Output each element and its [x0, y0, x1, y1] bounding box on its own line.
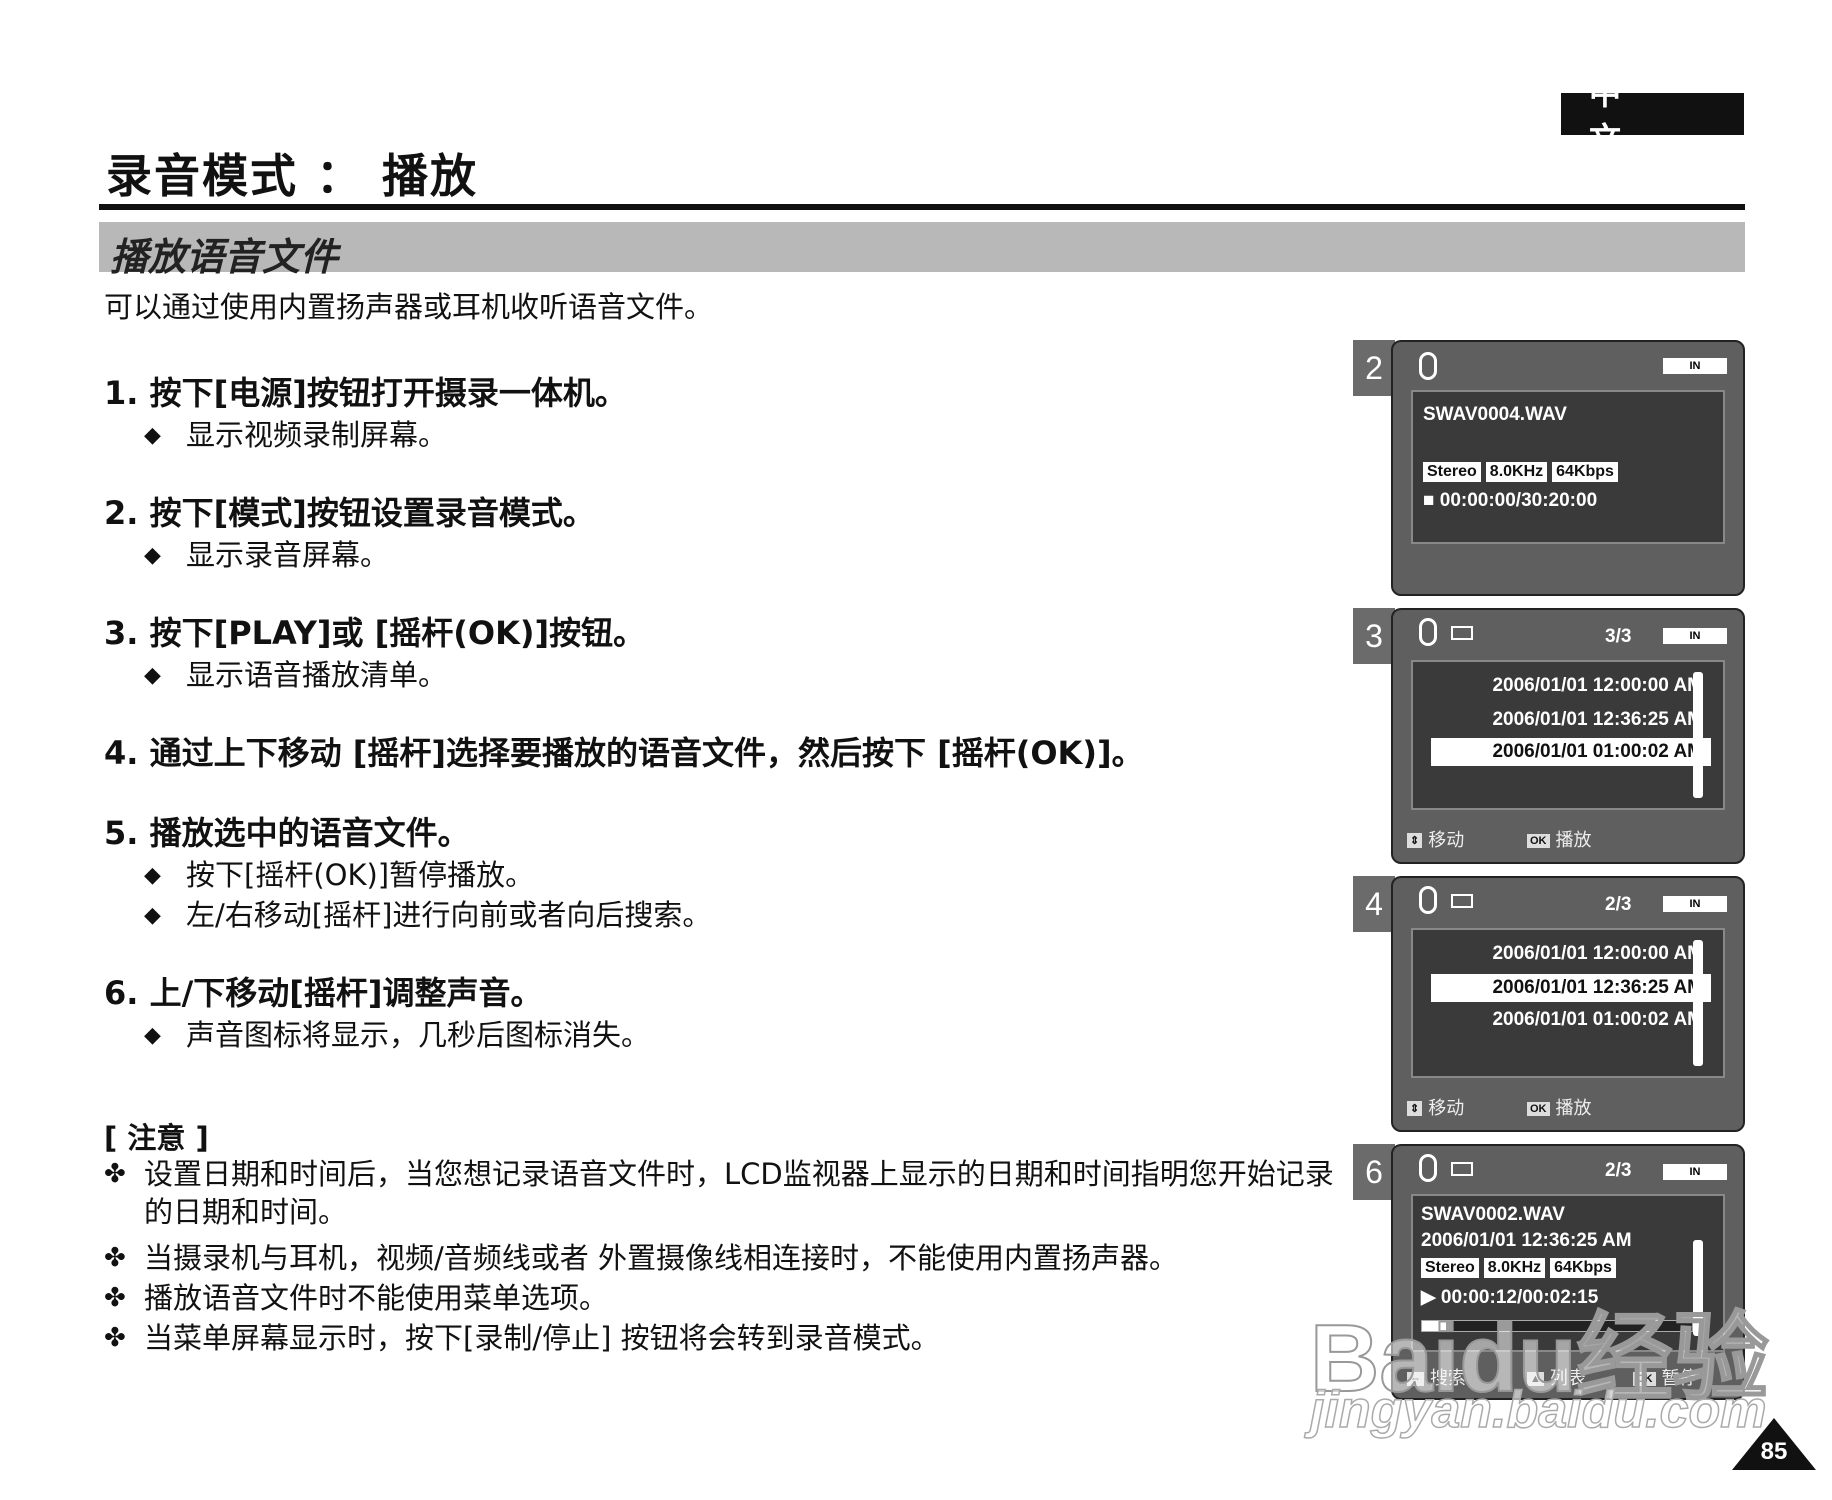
time-readout: ■ 00:00:00/30:20:00 — [1423, 490, 1598, 511]
bitrate-badge: 64Kbps — [1550, 1258, 1616, 1278]
screen-2: IN SWAV0004.WAV Stereo 8.0KHz 64Kbps ■ 0… — [1391, 340, 1745, 596]
step-5-bullet-2: ◆ 左/右移动[摇杆]进行向前或者向后搜索。 — [144, 898, 712, 932]
language-badge: 中 文 — [1561, 74, 1744, 158]
step-3-title: 3. 按下[PLAY]或 [摇杆(OK)]按钮。 — [104, 614, 646, 652]
list-item[interactable]: 2006/01/01 01:00:02 AM — [1431, 1006, 1711, 1034]
note-item: ✤ 当摄录机与耳机，视频/音频线或者 外置摄像线相连接时，不能使用内置扬声器。 — [104, 1241, 1178, 1275]
screen-4-tab: 4 — [1353, 876, 1395, 932]
step-2-bullet-1: ◆ 显示录音屏幕。 — [144, 538, 390, 572]
screen-6-tab: 6 — [1353, 1144, 1395, 1200]
intro-text: 可以通过使用内置扬声器或耳机收听语音文件。 — [104, 290, 714, 324]
note-item: ✤ 设置日期和时间后，当您想记录语音文件时，LCD监视器上显示的日期和时间指明您开… — [104, 1157, 1334, 1229]
battery-icon: IN — [1663, 1164, 1727, 1180]
cross-bullet-icon: ✤ — [104, 1323, 126, 1353]
screen-3-list: 2006/01/01 12:00:00 AM 2006/01/01 12:36:… — [1411, 660, 1725, 810]
microphone-icon — [1419, 352, 1437, 380]
list-item[interactable]: 2006/01/01 12:36:25 AM — [1431, 706, 1711, 734]
step-6-bullet-1: ◆ 声音图标将显示，几秒后图标消失。 — [144, 1018, 651, 1052]
cross-bullet-icon: ✤ — [104, 1159, 126, 1189]
diamond-icon: ◆ — [144, 863, 161, 888]
step-1-bullet-1: ◆ 显示视频录制屏幕。 — [144, 418, 448, 452]
voice-play-icon — [1419, 1154, 1437, 1182]
ok-key-icon: OK — [1527, 834, 1550, 848]
screen-2-display: SWAV0004.WAV Stereo 8.0KHz 64Kbps ■ 00:0… — [1411, 390, 1725, 544]
memory-card-icon — [1451, 894, 1473, 908]
memory-card-icon — [1451, 1162, 1473, 1176]
updown-key-icon: ⇕ — [1407, 1101, 1423, 1116]
battery-icon: IN — [1663, 358, 1727, 374]
filename-label: SWAV0002.WAV — [1421, 1204, 1565, 1225]
diamond-icon: ◆ — [144, 663, 161, 688]
page-number: 85 — [1760, 1438, 1788, 1465]
title-rule — [99, 204, 1745, 210]
stereo-badge: Stereo — [1421, 1258, 1479, 1278]
move-hint: ⇕ 移动 — [1407, 1094, 1464, 1120]
filename-label: SWAV0004.WAV — [1423, 404, 1567, 425]
step-5-bullet-1: ◆ 按下[摇杆(OK)]暂停播放。 — [144, 858, 535, 892]
ok-key-icon: OK — [1527, 1102, 1550, 1116]
stereo-badge: Stereo — [1423, 462, 1481, 482]
samplerate-badge: 8.0KHz — [1483, 1258, 1546, 1278]
samplerate-badge: 8.0KHz — [1485, 462, 1548, 482]
file-counter: 2/3 — [1605, 894, 1632, 915]
list-item[interactable]: 2006/01/01 12:00:00 AM — [1431, 672, 1711, 700]
memory-card-icon — [1451, 626, 1473, 640]
list-item[interactable]: 2006/01/01 12:00:00 AM — [1431, 940, 1711, 968]
battery-icon: IN — [1663, 628, 1727, 644]
screen-3: 3/3 IN 2006/01/01 12:00:00 AM 2006/01/01… — [1391, 608, 1745, 864]
diamond-icon: ◆ — [144, 1023, 161, 1048]
list-item-selected[interactable]: 2006/01/01 12:36:25 AM — [1431, 974, 1711, 1002]
screen-4: 2/3 IN 2006/01/01 12:00:00 AM 2006/01/01… — [1391, 876, 1745, 1132]
scrollbar[interactable] — [1693, 940, 1703, 1066]
diamond-icon: ◆ — [144, 423, 161, 448]
step-3-bullet-1: ◆ 显示语音播放清单。 — [144, 658, 448, 692]
cross-bullet-icon: ✤ — [104, 1283, 126, 1313]
section-title: 播放语音文件 — [110, 235, 339, 279]
audio-format-badges: Stereo 8.0KHz 64Kbps — [1421, 1258, 1616, 1278]
voice-play-icon — [1419, 886, 1437, 914]
move-hint: ⇕ 移动 — [1407, 826, 1464, 852]
screen-4-list: 2006/01/01 12:00:00 AM 2006/01/01 12:36:… — [1411, 928, 1725, 1078]
battery-icon: IN — [1663, 896, 1727, 912]
step-5-title: 5. 播放选中的语音文件。 — [104, 814, 470, 852]
notes-heading: [ 注意 ] — [104, 1121, 209, 1155]
note-item: ✤ 播放语音文件时不能使用菜单选项。 — [104, 1281, 609, 1315]
voice-play-icon — [1419, 618, 1437, 646]
note-item: ✤ 当菜单屏幕显示时，按下[录制/停止] 按钮将会转到录音模式。 — [104, 1321, 940, 1355]
list-item-selected[interactable]: 2006/01/01 01:00:02 AM — [1431, 738, 1711, 766]
screen-2-tab: 2 — [1353, 340, 1395, 396]
bitrate-badge: 64Kbps — [1552, 462, 1618, 482]
step-4-title: 4. 通过上下移动 [摇杆]选择要播放的语音文件，然后按下 [摇杆(OK)]。 — [104, 734, 1144, 772]
watermark-url: jingyan.baidu.com — [1309, 1380, 1767, 1440]
section-band — [99, 222, 1745, 272]
step-1-title: 1. 按下[电源]按钮打开摄录一体机。 — [104, 374, 627, 412]
file-counter: 3/3 — [1605, 626, 1632, 647]
page-title: 录音模式 ： 播放 — [106, 149, 479, 203]
cross-bullet-icon: ✤ — [104, 1243, 126, 1273]
audio-format-badges: Stereo 8.0KHz 64Kbps — [1423, 462, 1618, 482]
step-2-title: 2. 按下[模式]按钮设置录音模式。 — [104, 494, 595, 532]
scrollbar[interactable] — [1693, 672, 1703, 798]
datetime-label: 2006/01/01 12:36:25 AM — [1421, 1230, 1632, 1251]
play-hint: OK 播放 — [1527, 1094, 1592, 1120]
screen-3-tab: 3 — [1353, 608, 1395, 664]
step-6-title: 6. 上/下移动[摇杆]调整声音。 — [104, 974, 543, 1012]
play-hint: OK 播放 — [1527, 826, 1592, 852]
diamond-icon: ◆ — [144, 903, 161, 928]
updown-key-icon: ⇕ — [1407, 833, 1423, 848]
file-counter: 2/3 — [1605, 1160, 1632, 1181]
diamond-icon: ◆ — [144, 543, 161, 568]
